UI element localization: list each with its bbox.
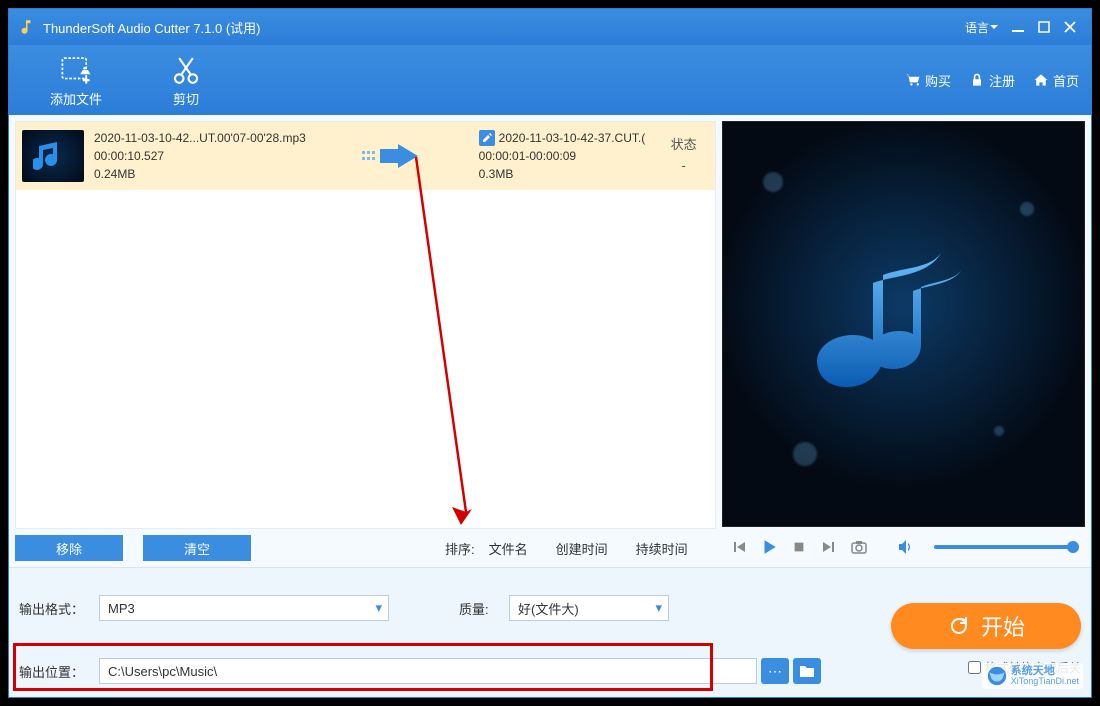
refresh-icon xyxy=(947,614,971,638)
scissors-icon xyxy=(169,53,203,87)
chevron-down-icon xyxy=(989,22,999,32)
cut-label: 剪切 xyxy=(173,89,199,108)
add-file-icon xyxy=(59,53,93,87)
quality-label: 质量: xyxy=(459,599,509,618)
main-area: 2020-11-03-10-42...UT.00'07-00'28.mp3 00… xyxy=(9,115,1091,567)
output-size: 0.3MB xyxy=(479,165,659,183)
app-logo-icon xyxy=(17,18,35,36)
buy-label: 购买 xyxy=(925,71,951,90)
preview-panel xyxy=(722,121,1085,527)
app-title: ThunderSoft Audio Cutter 7.1.0 (试用) xyxy=(43,18,965,37)
list-footer: 移除 清空 排序: 文件名 创建时间 持续时间 xyxy=(9,529,722,567)
sort-label: 排序: xyxy=(445,539,475,558)
output-file-info: 2020-11-03-10-42-37.CUT.( 00:00:01-00:00… xyxy=(479,129,659,183)
right-pane xyxy=(722,115,1091,567)
close-button[interactable] xyxy=(1057,14,1083,40)
app-window: ThunderSoft Audio Cutter 7.1.0 (试用) 语言 添… xyxy=(8,8,1092,698)
output-path-input[interactable]: C:\Users\pc\Music\ xyxy=(99,658,757,684)
output-filename: 2020-11-03-10-42-37.CUT.( xyxy=(499,129,646,147)
edit-icon[interactable] xyxy=(479,130,495,146)
format-combo[interactable]: MP3 ▾ xyxy=(99,595,389,621)
language-dropdown[interactable]: 语言 xyxy=(965,19,999,36)
close-after-checkbox-row: 格式转换完成后关 xyxy=(968,659,1081,676)
format-value: MP3 xyxy=(108,601,135,616)
home-icon xyxy=(1033,72,1049,88)
chevron-down-icon: ▾ xyxy=(655,600,662,616)
snapshot-button[interactable] xyxy=(846,534,872,560)
arrow-icon xyxy=(306,143,479,169)
maximize-button[interactable] xyxy=(1031,14,1057,40)
play-controls xyxy=(722,527,1085,567)
quality-value: 好(文件大) xyxy=(518,599,579,618)
chevron-down-icon: ▾ xyxy=(375,600,382,616)
minimize-button[interactable] xyxy=(1005,14,1031,40)
left-pane: 2020-11-03-10-42...UT.00'07-00'28.mp3 00… xyxy=(9,115,722,567)
cart-icon xyxy=(905,72,921,88)
source-duration: 00:00:10.527 xyxy=(94,147,306,165)
sort-by-duration[interactable]: 持续时间 xyxy=(636,539,688,558)
home-label: 首页 xyxy=(1053,71,1079,90)
remove-button[interactable]: 移除 xyxy=(15,535,123,561)
status-header: 状态 xyxy=(659,135,709,156)
output-range: 00:00:01-00:00:09 xyxy=(479,147,659,165)
close-after-label: 格式转换完成后关 xyxy=(985,659,1081,676)
source-file-info: 2020-11-03-10-42...UT.00'07-00'28.mp3 00… xyxy=(94,129,306,183)
sort-by-created[interactable]: 创建时间 xyxy=(556,539,608,558)
format-label: 输出格式： xyxy=(19,599,99,618)
stop-button[interactable] xyxy=(786,534,812,560)
start-button[interactable]: 开始 xyxy=(891,603,1081,649)
volume-slider[interactable] xyxy=(934,545,1075,549)
output-path-value: C:\Users\pc\Music\ xyxy=(108,664,217,679)
register-button[interactable]: 注册 xyxy=(969,71,1015,90)
titlebar: ThunderSoft Audio Cutter 7.1.0 (试用) 语言 xyxy=(9,9,1091,45)
start-label: 开始 xyxy=(981,610,1025,642)
lock-icon xyxy=(969,72,985,88)
volume-icon[interactable] xyxy=(892,534,918,560)
browse-button[interactable]: ⋯ xyxy=(761,658,789,684)
source-filename: 2020-11-03-10-42...UT.00'07-00'28.mp3 xyxy=(94,129,306,147)
register-label: 注册 xyxy=(989,71,1015,90)
path-label: 输出位置： xyxy=(19,662,99,681)
status-column: 状态 - xyxy=(659,135,709,177)
output-settings: 输出格式： MP3 ▾ 质量: 好(文件大) ▾ 输出位置： C:\Users\… xyxy=(19,592,821,687)
cut-button[interactable]: 剪切 xyxy=(131,53,241,108)
file-thumbnail xyxy=(22,130,84,182)
annotation-arrow xyxy=(406,152,486,532)
music-note-icon xyxy=(813,239,993,409)
home-button[interactable]: 首页 xyxy=(1033,71,1079,90)
file-list: 2020-11-03-10-42...UT.00'07-00'28.mp3 00… xyxy=(15,121,716,529)
next-button[interactable] xyxy=(816,534,842,560)
add-file-label: 添加文件 xyxy=(50,89,102,108)
close-after-checkbox[interactable] xyxy=(968,661,981,674)
status-value: - xyxy=(659,156,709,177)
open-folder-button[interactable] xyxy=(793,658,821,684)
sort-by-filename[interactable]: 文件名 xyxy=(489,539,528,558)
bottom-panel: 输出格式： MP3 ▾ 质量: 好(文件大) ▾ 输出位置： C:\Users\… xyxy=(9,567,1091,697)
play-button[interactable] xyxy=(756,534,782,560)
language-label: 语言 xyxy=(965,19,989,36)
clear-button[interactable]: 清空 xyxy=(143,535,251,561)
toolbar: 添加文件 剪切 购买 注册 首页 xyxy=(9,45,1091,115)
prev-button[interactable] xyxy=(726,534,752,560)
add-file-button[interactable]: 添加文件 xyxy=(21,53,131,108)
quality-combo[interactable]: 好(文件大) ▾ xyxy=(509,595,669,621)
source-size: 0.24MB xyxy=(94,165,306,183)
buy-button[interactable]: 购买 xyxy=(905,71,951,90)
file-row[interactable]: 2020-11-03-10-42...UT.00'07-00'28.mp3 00… xyxy=(16,122,715,190)
